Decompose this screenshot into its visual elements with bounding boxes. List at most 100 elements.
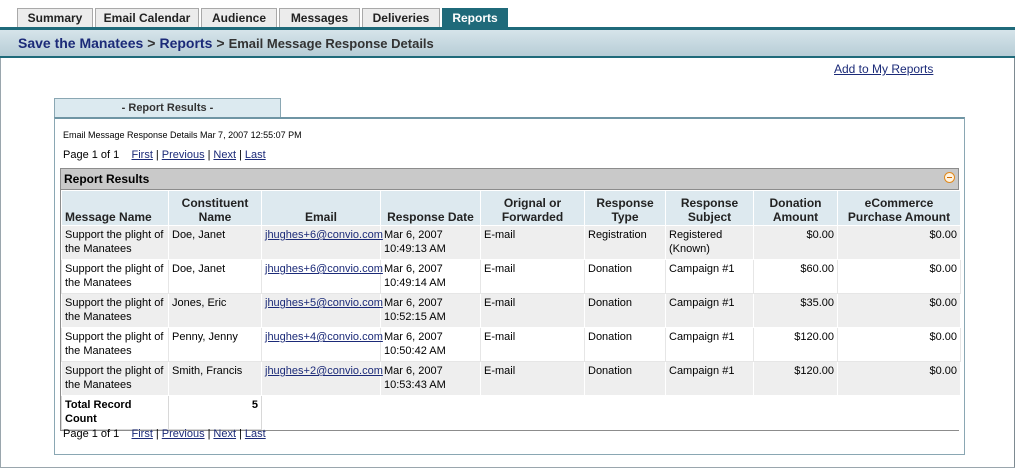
email-link[interactable]: jhughes+5@convio.com xyxy=(265,297,383,309)
col-header-response-type[interactable]: Response Type xyxy=(584,190,666,226)
total-record-count-label: Total Record Count xyxy=(61,395,169,430)
report-results-header: Report Results xyxy=(61,169,958,190)
response-type-cell: Donation xyxy=(584,293,666,328)
report-results-title: Report Results xyxy=(64,172,150,186)
response-type-cell: Donation xyxy=(584,259,666,294)
table-row: Support the plight of the Manatees Doe, … xyxy=(61,259,961,294)
table-row: Support the plight of the Manatees Doe, … xyxy=(61,225,961,260)
constituent-cell: Doe, Janet xyxy=(168,225,262,260)
response-subject-cell: Campaign #1 xyxy=(665,293,754,328)
collapse-icon[interactable] xyxy=(944,172,955,183)
message-name-cell: Support the plight of the Manatees xyxy=(61,361,169,396)
email-cell: jhughes+6@convio.com xyxy=(261,259,383,294)
email-cell: jhughes+6@convio.com xyxy=(261,225,383,260)
tab-email-calendar[interactable]: Email Calendar xyxy=(95,8,199,28)
col-header-response-date[interactable]: Response Date xyxy=(380,190,481,226)
previous-page-link[interactable]: Previous xyxy=(162,428,205,440)
col-header-email[interactable]: Email xyxy=(261,190,381,226)
col-header-constituent-name[interactable]: Constituent Name xyxy=(168,190,262,226)
tab-summary[interactable]: Summary xyxy=(17,8,93,28)
email-link[interactable]: jhughes+6@convio.com xyxy=(265,263,383,275)
donation-amount-cell: $35.00 xyxy=(753,293,838,328)
col-header-original-or-forwarded[interactable]: Orignal or Forwarded xyxy=(480,190,585,226)
response-subject-cell: Campaign #1 xyxy=(665,259,754,294)
ecommerce-amount-cell: $0.00 xyxy=(837,225,961,260)
ecommerce-amount-cell: $0.00 xyxy=(837,293,961,328)
email-link[interactable]: jhughes+6@convio.com xyxy=(265,229,383,241)
donation-amount-cell: $120.00 xyxy=(753,361,838,396)
ecommerce-amount-cell: $0.00 xyxy=(837,361,961,396)
pager-separator: | xyxy=(207,428,211,440)
constituent-cell: Doe, Janet xyxy=(168,259,262,294)
results-table: Message Name Constituent Name Email Resp… xyxy=(61,190,961,430)
page-status: Page 1 of 1 xyxy=(63,149,120,161)
table-row: Support the plight of the Manatees Smith… xyxy=(61,361,961,396)
original-forwarded-cell: E-mail xyxy=(480,327,585,362)
breadcrumb: Save the Manatees > Reports > Email Message … xyxy=(18,35,434,51)
email-link[interactable]: jhughes+4@convio.com xyxy=(265,331,383,343)
first-page-link[interactable]: First xyxy=(132,149,153,161)
response-date-cell: Mar 6, 2007 10:50:42 AM xyxy=(380,327,481,362)
message-name-cell: Support the plight of the Manatees xyxy=(61,225,169,260)
table-row: Support the plight of the Manatees Penny… xyxy=(61,327,961,362)
page-status: Page 1 of 1 xyxy=(63,428,120,440)
response-subject-cell: Campaign #1 xyxy=(665,361,754,396)
message-name-cell: Support the plight of the Manatees xyxy=(61,327,169,362)
breadcrumb-current: Email Message Response Details xyxy=(228,36,434,51)
original-forwarded-cell: E-mail xyxy=(480,225,585,260)
original-forwarded-cell: E-mail xyxy=(480,361,585,396)
response-date-cell: Mar 6, 2007 10:49:14 AM xyxy=(380,259,481,294)
tab-audience[interactable]: Audience xyxy=(201,8,277,28)
add-to-my-reports-link[interactable]: Add to My Reports xyxy=(834,62,933,76)
response-date-cell: Mar 6, 2007 10:53:43 AM xyxy=(380,361,481,396)
previous-page-link[interactable]: Previous xyxy=(162,149,205,161)
email-link[interactable]: jhughes+2@convio.com xyxy=(265,365,383,377)
breadcrumb-separator: > xyxy=(147,35,156,51)
breadcrumb-reports-link[interactable]: Reports xyxy=(159,35,212,51)
next-page-link[interactable]: Next xyxy=(213,428,236,440)
pager-separator: | xyxy=(239,149,242,161)
total-row-filler xyxy=(261,395,961,430)
response-subject-cell: Registered (Known) xyxy=(665,225,754,260)
pager-separator: | xyxy=(155,428,159,440)
col-header-response-subject[interactable]: Response Subject xyxy=(665,190,754,226)
constituent-cell: Jones, Eric xyxy=(168,293,262,328)
first-page-link[interactable]: First xyxy=(132,428,153,440)
email-cell: jhughes+5@convio.com xyxy=(261,293,383,328)
message-name-cell: Support the plight of the Manatees xyxy=(61,259,169,294)
next-page-link[interactable]: Next xyxy=(213,149,236,161)
last-page-link[interactable]: Last xyxy=(245,428,266,440)
col-header-message-name[interactable]: Message Name xyxy=(61,190,169,226)
message-name-cell: Support the plight of the Manatees xyxy=(61,293,169,328)
original-forwarded-cell: E-mail xyxy=(480,293,585,328)
breadcrumb-root-link[interactable]: Save the Manatees xyxy=(18,35,143,51)
report-meta: Email Message Response Details Mar 7, 20… xyxy=(63,130,302,140)
donation-amount-cell: $120.00 xyxy=(753,327,838,362)
table-row: Support the plight of the Manatees Jones… xyxy=(61,293,961,328)
col-header-donation-amount[interactable]: Donation Amount xyxy=(753,190,838,226)
donation-amount-cell: $60.00 xyxy=(753,259,838,294)
table-header-row: Message Name Constituent Name Email Resp… xyxy=(61,190,961,226)
report-results-tab[interactable]: - Report Results - xyxy=(54,98,281,118)
report-panel: Email Message Response Details Mar 7, 20… xyxy=(54,117,965,455)
tab-strip: Summary Email Calendar Audience Messages… xyxy=(0,0,1015,30)
total-record-count-value: 5 xyxy=(168,395,262,430)
response-subject-cell: Campaign #1 xyxy=(665,327,754,362)
breadcrumb-separator: > xyxy=(216,35,225,51)
ecommerce-amount-cell: $0.00 xyxy=(837,259,961,294)
tab-deliveries[interactable]: Deliveries xyxy=(362,8,440,28)
pager-separator: | xyxy=(239,428,242,440)
response-type-cell: Donation xyxy=(584,327,666,362)
tab-messages[interactable]: Messages xyxy=(279,8,360,28)
tab-reports[interactable]: Reports xyxy=(442,8,508,28)
report-results-box: Report Results Message Name Constituent … xyxy=(60,168,961,431)
constituent-cell: Penny, Jenny xyxy=(168,327,262,362)
last-page-link[interactable]: Last xyxy=(245,149,266,161)
pager-separator: | xyxy=(207,149,211,161)
original-forwarded-cell: E-mail xyxy=(480,259,585,294)
email-cell: jhughes+4@convio.com xyxy=(261,327,383,362)
col-header-ecommerce-amount[interactable]: eCommerce Purchase Amount xyxy=(837,190,961,226)
pager-bottom: Page 1 of 1 First | Previous | Next | Last xyxy=(63,428,266,440)
total-row: Total Record Count 5 xyxy=(61,395,961,430)
response-type-cell: Registration xyxy=(584,225,666,260)
